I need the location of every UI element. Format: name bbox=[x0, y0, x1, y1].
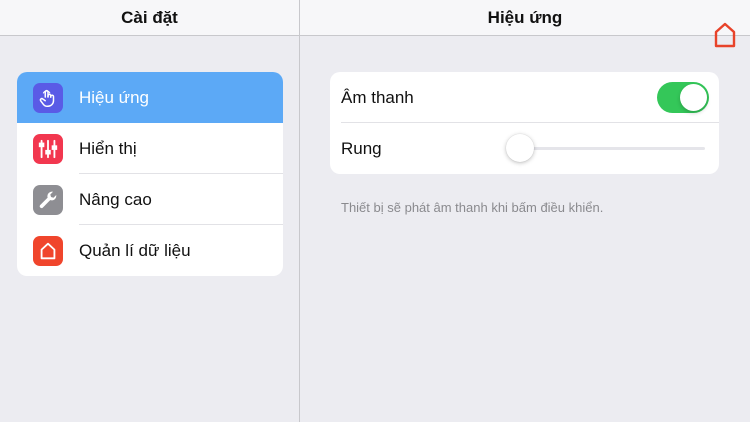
sound-label: Âm thanh bbox=[341, 87, 414, 107]
detail-pane: Hiệu ứng Âm thanh Rung Thiết bị sẽ phát … bbox=[300, 0, 750, 422]
home-button[interactable] bbox=[712, 20, 738, 50]
menu-item-display[interactable]: Hiển thị bbox=[17, 123, 283, 174]
sound-description: Thiết bị sẽ phát âm thanh khi bấm điều k… bbox=[341, 200, 604, 215]
sliders-icon bbox=[33, 133, 63, 164]
menu-item-data-management[interactable]: Quản lí dữ liệu bbox=[17, 225, 283, 276]
sidebar-title: Cài đặt bbox=[121, 7, 178, 27]
vibration-label: Rung bbox=[341, 138, 382, 158]
toggle-knob bbox=[680, 84, 707, 111]
sidebar-header: Cài đặt bbox=[0, 0, 299, 36]
vibration-slider-thumb[interactable] bbox=[506, 134, 534, 162]
sidebar: Cài đặt Hiệu ứng Hiển thị Nâng cao Quản … bbox=[0, 0, 299, 422]
menu-item-advanced[interactable]: Nâng cao bbox=[17, 174, 283, 225]
detail-header: Hiệu ứng bbox=[300, 0, 750, 36]
menu-item-effects[interactable]: Hiệu ứng bbox=[17, 72, 283, 123]
home-icon bbox=[33, 235, 63, 266]
sound-row: Âm thanh bbox=[330, 72, 719, 123]
vibration-slider-track[interactable] bbox=[520, 147, 705, 150]
vibration-row: Rung bbox=[330, 123, 719, 174]
menu-item-label: Hiệu ứng bbox=[79, 87, 149, 107]
wrench-icon bbox=[33, 184, 63, 215]
menu-item-label: Quản lí dữ liệu bbox=[79, 240, 191, 260]
menu-item-label: Nâng cao bbox=[79, 189, 152, 209]
page-title: Hiệu ứng bbox=[487, 7, 563, 27]
settings-menu: Hiệu ứng Hiển thị Nâng cao Quản lí dữ li… bbox=[17, 72, 283, 276]
tap-hand-icon bbox=[33, 82, 63, 113]
sound-toggle[interactable] bbox=[657, 82, 709, 113]
home-outline-icon bbox=[714, 22, 736, 48]
menu-item-label: Hiển thị bbox=[79, 138, 137, 158]
effects-settings-card: Âm thanh Rung bbox=[330, 72, 719, 174]
